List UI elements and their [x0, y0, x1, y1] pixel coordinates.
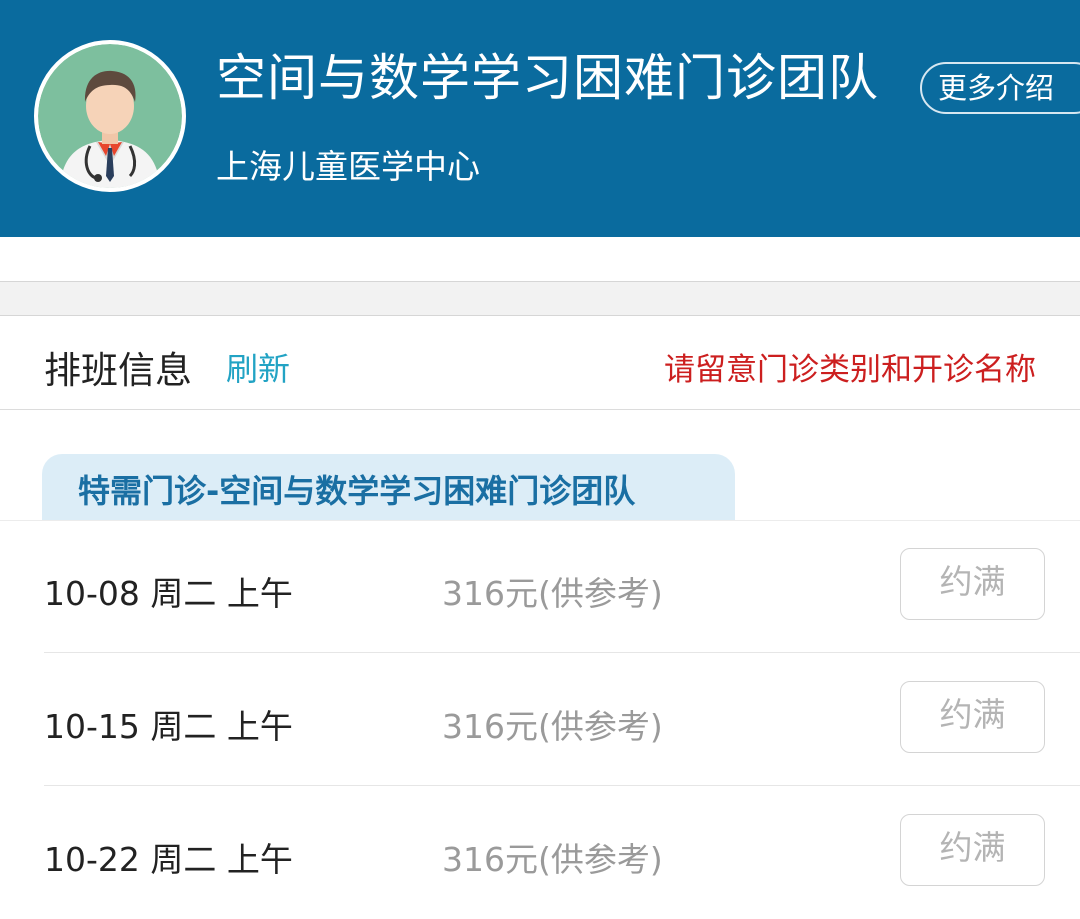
team-header: 空间与数学学习困难门诊团队 上海儿童医学中心 更多介绍: [0, 0, 1080, 237]
slot-date: 10-08 周二 上午: [44, 574, 293, 613]
schedule-label: 排班信息: [44, 349, 192, 392]
schedule-row: 10-08 周二 上午 316元(供参考) 约满: [44, 521, 1080, 653]
section-gap: [0, 282, 1080, 316]
slot-price: 316元(供参考): [442, 840, 663, 879]
doctor-avatar-icon: [34, 40, 186, 192]
fully-booked-button[interactable]: 约满: [900, 814, 1045, 886]
clinic-category-label: 特需门诊-空间与数学学习困难门诊团队: [78, 472, 636, 510]
clinic-category-tab[interactable]: 特需门诊-空间与数学学习困难门诊团队: [42, 454, 735, 520]
team-title: 空间与数学学习困难门诊团队: [216, 49, 879, 107]
hospital-name: 上海儿童医学中心: [216, 147, 480, 186]
header-spacer: [0, 237, 1080, 282]
fully-booked-button[interactable]: 约满: [900, 548, 1045, 620]
fully-booked-button[interactable]: 约满: [900, 681, 1045, 753]
schedule-row: 10-15 周二 上午 316元(供参考) 约满: [44, 654, 1080, 786]
clinic-notice: 请留意门诊类别和开诊名称: [664, 352, 1036, 388]
more-info-button[interactable]: 更多介绍: [920, 62, 1080, 114]
slot-date: 10-15 周二 上午: [44, 707, 293, 746]
divider: [44, 785, 1080, 786]
slot-price: 316元(供参考): [442, 707, 663, 746]
refresh-link[interactable]: 刷新: [226, 344, 290, 390]
schedule-row: 10-22 周二 上午 316元(供参考) 约满: [44, 787, 1080, 919]
slot-price: 316元(供参考): [442, 574, 663, 613]
slot-date: 10-22 周二 上午: [44, 840, 293, 879]
schedule-bar: 排班信息 刷新 请留意门诊类别和开诊名称: [0, 316, 1080, 410]
divider: [44, 652, 1080, 653]
